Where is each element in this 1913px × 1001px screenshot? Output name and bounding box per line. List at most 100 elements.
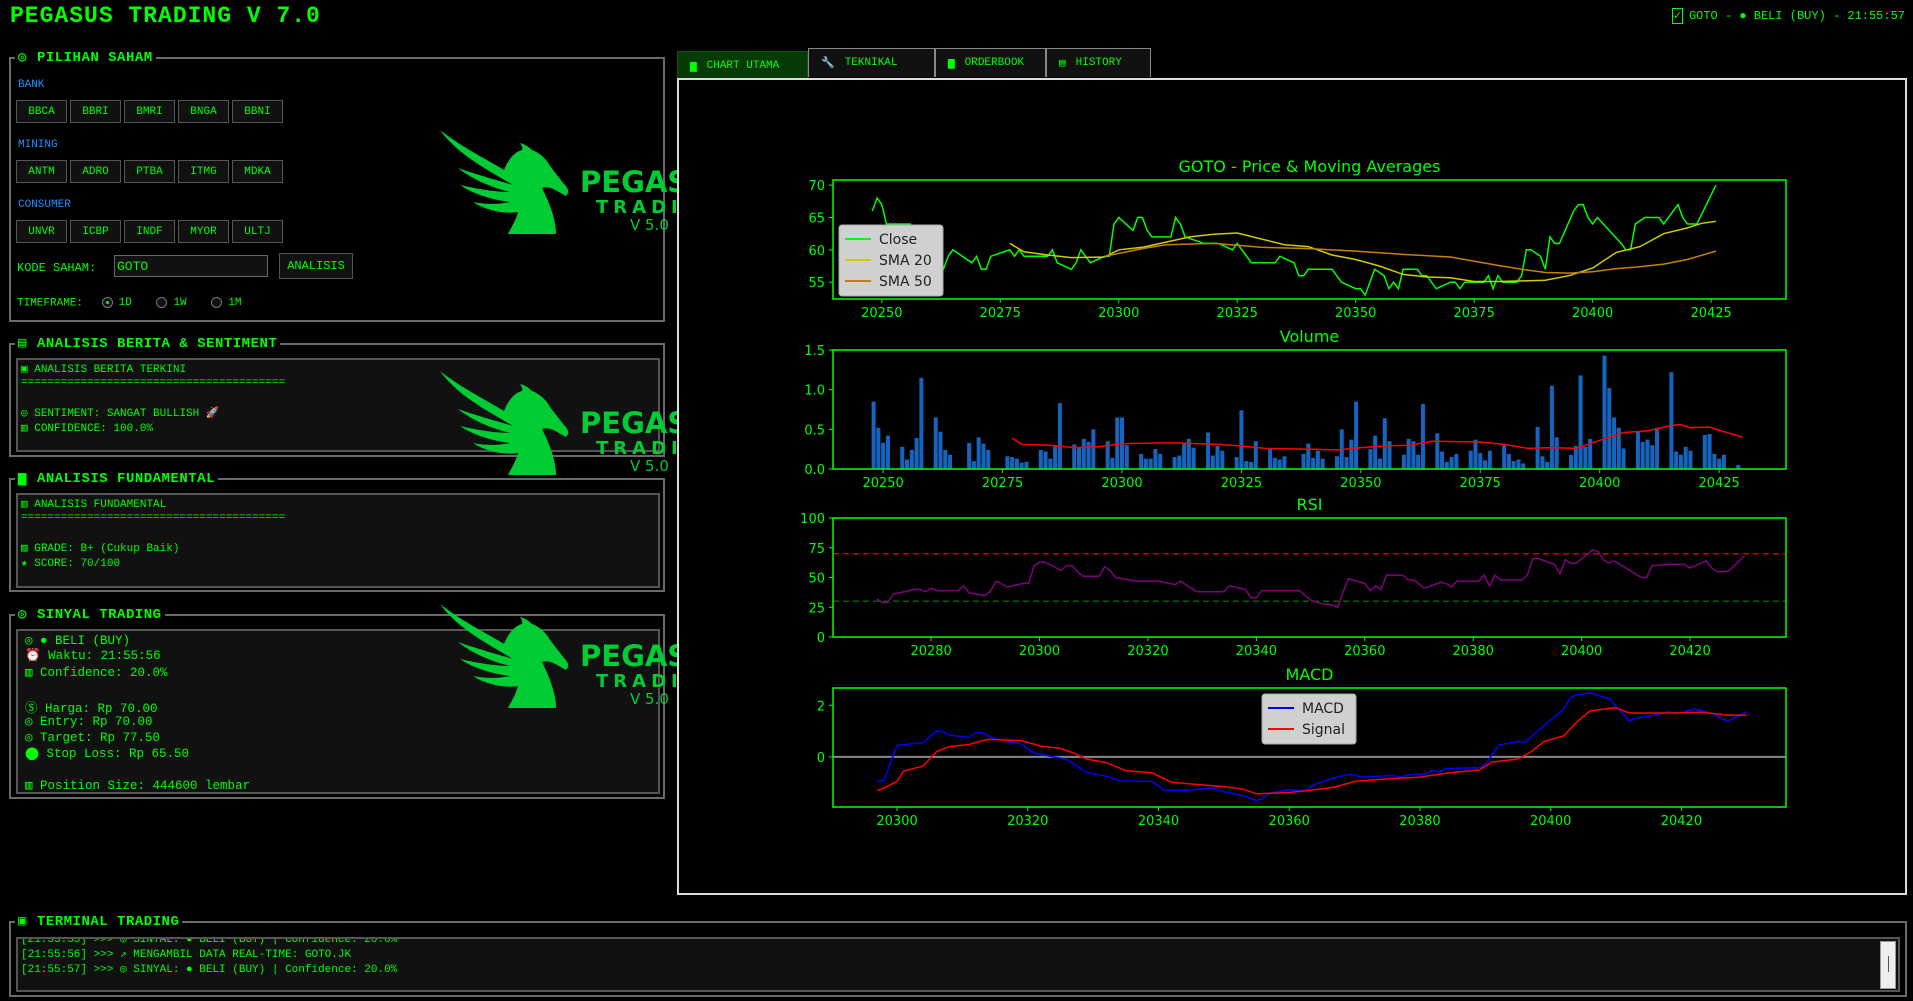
volume-bar: [1688, 450, 1693, 469]
x-tick-label: 20280: [910, 644, 951, 659]
volume-bar: [1468, 450, 1473, 469]
timeframe-row: TIMEFRAME: 1D 1W 1M: [17, 297, 241, 309]
legend: Close SMA 20 SMA 50: [838, 224, 944, 297]
target-icon: ◎: [18, 607, 27, 623]
volume-bar: [1215, 445, 1220, 469]
stock-button-myor[interactable]: MYOR: [178, 220, 229, 243]
book-icon: ▆: [948, 58, 955, 70]
volume-bar: [1139, 453, 1144, 469]
x-tick-label: 20320: [1007, 814, 1048, 829]
x-tick-label: 20320: [1127, 644, 1168, 659]
volume-bar: [1420, 403, 1425, 469]
tab-chart-utama[interactable]: ▆ CHART UTAMA: [677, 51, 808, 80]
volume-bar: [1683, 446, 1688, 469]
tab-orderbook[interactable]: ▆ ORDERBOOK: [935, 48, 1046, 77]
y-tick-label: 70: [808, 179, 825, 194]
volume-bar: [1573, 445, 1578, 469]
terminal-log[interactable]: [21:55:55] >>> ◎ SINYAL: ● BELI (BUY) | …: [16, 937, 1900, 992]
y-tick-label: 0.5: [804, 423, 825, 438]
volume-bar: [1205, 432, 1210, 469]
volume-bar: [1702, 434, 1707, 469]
stock-button-indf[interactable]: INDF: [124, 220, 175, 243]
volume-bar: [1220, 450, 1225, 469]
stop-icon: ⬤: [25, 747, 47, 761]
volume-bar: [1148, 458, 1153, 469]
kode-saham-input[interactable]: [114, 255, 268, 277]
volume-bar: [1048, 458, 1053, 469]
volume-bar: [1377, 458, 1382, 469]
terminal-icon: ▣: [18, 914, 27, 930]
stock-button-itmg[interactable]: ITMG: [178, 160, 229, 183]
x-tick-label: 20380: [1399, 814, 1440, 829]
volume-bar: [1057, 403, 1062, 469]
volume-bar: [1435, 433, 1440, 469]
app-title: PEGASUS TRADING V 7.0: [10, 3, 321, 29]
volume-bar: [1115, 417, 1120, 469]
y-tick-label: 0: [817, 751, 825, 766]
volume-bar: [1315, 450, 1320, 469]
volume-bar: [1019, 462, 1024, 469]
chart-goto-price-moving-averages: GOTO - Price & Moving Averages 20250 20275…: [808, 157, 1787, 321]
volume-bar: [1444, 461, 1449, 469]
volume-bar: [1473, 439, 1478, 469]
volume-bar: [1554, 437, 1559, 469]
analisis-button[interactable]: ANALISIS: [279, 253, 353, 279]
stock-button-bbca[interactable]: BBCA: [16, 100, 67, 123]
panel-title: ANALISIS FUNDAMENTAL: [36, 471, 215, 487]
volume-bar: [1506, 453, 1511, 469]
stock-button-ptba[interactable]: PTBA: [124, 160, 175, 183]
volume-bar: [1268, 449, 1273, 469]
log-line: [21:55:57] >>> ◎ SINYAL: ● BELI (BUY) | …: [21, 964, 398, 976]
stock-button-bbni[interactable]: BBNI: [232, 100, 283, 123]
category-consumer: CONSUMER: [18, 199, 71, 211]
x-tick-label: 20300: [876, 814, 917, 829]
volume-bar: [1674, 451, 1679, 469]
x-tick-label: 20360: [1269, 814, 1310, 829]
volume-bar: [1655, 427, 1660, 469]
stock-button-mdka[interactable]: MDKA: [232, 160, 283, 183]
stock-button-adro[interactable]: ADRO: [70, 160, 121, 183]
y-tick-label: 2: [817, 699, 825, 714]
volume-bar: [1516, 459, 1521, 469]
tab-teknikal[interactable]: 🔧 TEKNIKAL: [808, 48, 935, 77]
radio-1m[interactable]: 1M: [211, 297, 241, 309]
volume-bar: [967, 442, 972, 469]
volume-bar: [1640, 442, 1645, 469]
volume-bar: [1053, 445, 1058, 469]
volume-bar: [1717, 458, 1722, 469]
plot-frame: [832, 179, 1787, 300]
stock-button-bmri[interactable]: BMRI: [124, 100, 175, 123]
stock-button-bbri[interactable]: BBRI: [70, 100, 121, 123]
volume-bar: [1650, 445, 1655, 469]
volume-bar: [1712, 453, 1717, 469]
chart-title: MACD: [1286, 665, 1334, 684]
volume-bar: [1077, 447, 1082, 469]
charts-canvas: GOTO - Price & Moving Averages20250 20275…: [800, 157, 1787, 829]
legend-label: Signal: [1302, 722, 1345, 738]
volume-bar: [1344, 457, 1349, 469]
series-line-close: [871, 184, 1717, 297]
radio-1w[interactable]: 1W: [156, 297, 187, 309]
y-tick-label: 25: [808, 601, 825, 616]
volume-bar: [1158, 453, 1163, 469]
scrollbar[interactable]: [1880, 941, 1896, 989]
timeframe-label: TIMEFRAME:: [17, 297, 84, 310]
log-line: [21:55:56] >>> ↗ MENGAMBIL DATA REAL-TIM…: [21, 949, 352, 961]
stock-button-ultj[interactable]: ULTJ: [232, 220, 283, 243]
stock-button-bnga[interactable]: BNGA: [178, 100, 229, 123]
volume-bar: [1583, 446, 1588, 469]
radio-1d[interactable]: 1D: [101, 297, 132, 309]
tab-history[interactable]: ▤ HISTORY: [1046, 48, 1151, 77]
stock-button-antm[interactable]: ANTM: [16, 160, 67, 183]
x-tick-label: 20350: [1335, 306, 1376, 321]
volume-bar: [1311, 457, 1316, 469]
volume-bar: [986, 449, 991, 469]
volume-bar: [1607, 388, 1612, 469]
stock-button-unvr[interactable]: UNVR: [16, 220, 67, 243]
stock-button-icbp[interactable]: ICBP: [70, 220, 121, 243]
volume-bar: [1038, 449, 1043, 469]
volume-bar: [1086, 442, 1091, 469]
x-tick-label: 20400: [1530, 814, 1571, 829]
volume-bar: [1110, 457, 1115, 469]
x-tick-label: 20340: [1236, 644, 1277, 659]
